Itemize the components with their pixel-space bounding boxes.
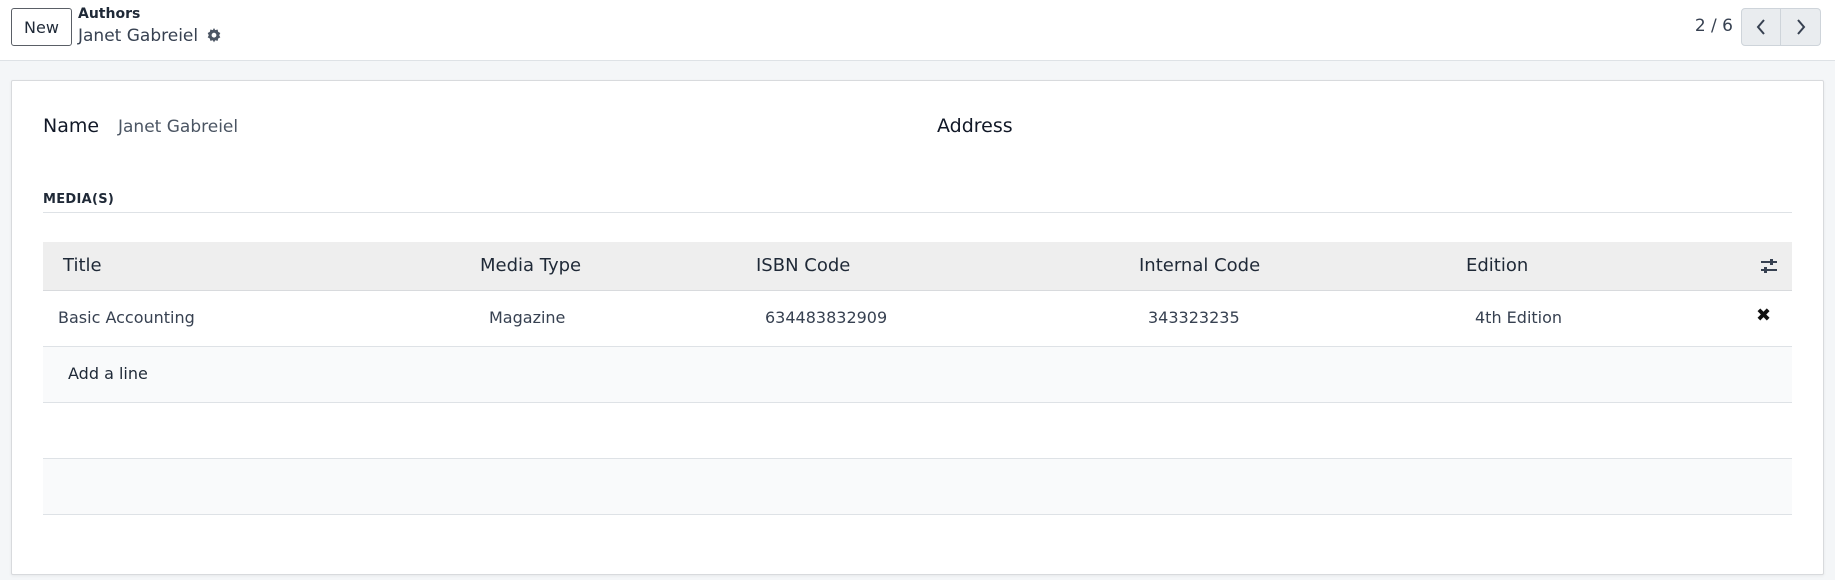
column-header-isbn[interactable]: ISBN Code xyxy=(756,255,850,276)
pager-next-button[interactable] xyxy=(1781,8,1821,46)
add-line-row: Add a line xyxy=(43,347,1792,403)
pager-value[interactable]: 2 / 6 xyxy=(1695,16,1733,36)
record-title: Janet Gabreiel xyxy=(78,26,199,46)
media-section-title: MEDIA(S) xyxy=(43,192,115,207)
chevron-left-icon xyxy=(1756,19,1765,35)
add-a-line-link[interactable]: Add a line xyxy=(68,364,148,383)
breadcrumb-parent[interactable]: Authors xyxy=(78,6,140,22)
name-field[interactable]: Janet Gabreiel xyxy=(118,117,238,137)
column-header-internal-code[interactable]: Internal Code xyxy=(1139,255,1260,276)
column-header-title[interactable]: Title xyxy=(63,255,102,276)
cell-edition[interactable]: 4th Edition xyxy=(1475,308,1562,327)
cell-isbn[interactable]: 634483832909 xyxy=(765,308,887,327)
address-label: Address xyxy=(937,115,1013,137)
table-row[interactable]: Basic Accounting Magazine 634483832909 3… xyxy=(43,291,1792,347)
gear-icon[interactable] xyxy=(206,28,222,44)
chevron-right-icon xyxy=(1796,19,1805,35)
form-sheet: Name Janet Gabreiel Address MEDIA(S) Tit… xyxy=(11,80,1824,575)
sliders-icon[interactable] xyxy=(1760,256,1778,276)
column-header-media-type[interactable]: Media Type xyxy=(480,255,581,276)
cell-media-type[interactable]: Magazine xyxy=(489,308,565,327)
cell-internal-code[interactable]: 343323235 xyxy=(1148,308,1240,327)
media-table: Title Media Type ISBN Code Internal Code… xyxy=(43,242,1792,515)
delete-row-icon[interactable]: ✖ xyxy=(1756,305,1771,326)
cell-title[interactable]: Basic Accounting xyxy=(58,308,195,327)
breadcrumb-current: Janet Gabreiel xyxy=(78,26,222,46)
pager-previous-button[interactable] xyxy=(1741,8,1781,46)
column-header-edition[interactable]: Edition xyxy=(1466,255,1528,276)
new-button[interactable]: New xyxy=(11,8,72,46)
empty-row xyxy=(43,459,1792,515)
empty-row xyxy=(43,403,1792,459)
name-label: Name xyxy=(43,115,100,137)
table-header: Title Media Type ISBN Code Internal Code… xyxy=(43,242,1792,291)
control-panel: New Authors Janet Gabreiel 2 / 6 xyxy=(0,0,1835,61)
section-divider xyxy=(43,212,1792,213)
